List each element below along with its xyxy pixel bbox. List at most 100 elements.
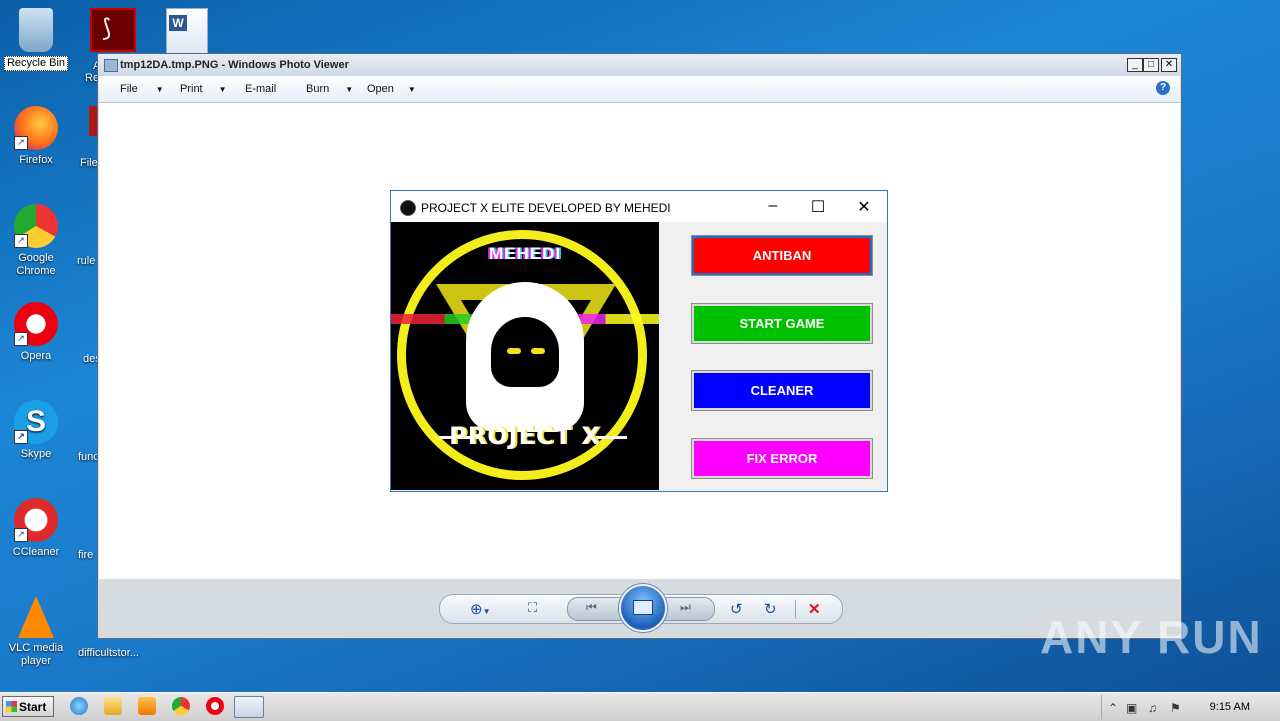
desktop-icon-vlc[interactable]: VLC media player bbox=[4, 596, 68, 668]
delete-icon[interactable]: ✕ bbox=[808, 600, 821, 618]
shortcut-arrow-icon: ↗ bbox=[14, 234, 28, 248]
desktop-icon-opera[interactable]: ↗ Opera bbox=[4, 302, 68, 363]
desktop-icon-label-partial: fire bbox=[78, 549, 94, 561]
desktop-icon-skype[interactable]: S ↗ Skype bbox=[4, 400, 68, 461]
chrome-taskbar-icon[interactable] bbox=[172, 697, 190, 715]
photo-viewer-app-icon bbox=[104, 59, 118, 72]
project-x-logo-image: MEHEDI PROJECT X bbox=[391, 222, 659, 490]
rotate-clockwise-icon[interactable]: ↻ bbox=[764, 600, 777, 618]
word-icon: W bbox=[169, 15, 187, 31]
left-eye bbox=[507, 348, 521, 354]
close-button[interactable]: ✕ bbox=[1161, 58, 1177, 72]
desktop-icon-label: CCleaner bbox=[12, 546, 60, 558]
maximize-icon[interactable]: ☐ bbox=[808, 197, 828, 217]
desktop-icon-recycle-bin[interactable]: Recycle Bin bbox=[4, 8, 68, 71]
chevron-down-icon: ▼ bbox=[345, 85, 354, 94]
minimize-icon[interactable]: – bbox=[763, 197, 783, 215]
previous-icon[interactable]: ⏮ bbox=[586, 600, 597, 615]
fix-error-button[interactable]: FIX ERROR bbox=[691, 438, 873, 479]
desktop-icon-label: Skype bbox=[20, 448, 52, 460]
desktop-icon-label: Opera bbox=[20, 350, 52, 362]
menu-label: Burn bbox=[306, 83, 330, 95]
right-eye bbox=[531, 348, 545, 354]
desktop-icon-label: Firefox bbox=[19, 154, 53, 166]
photo-viewer-titlebar[interactable]: tmp12DA.tmp.PNG - Windows Photo Viewer _… bbox=[98, 54, 1181, 76]
shortcut-arrow-icon: ↗ bbox=[14, 528, 28, 542]
project-x-title: PROJECT X ELITE DEVELOPED BY MEHEDI bbox=[421, 201, 671, 215]
menu-label: File bbox=[120, 83, 138, 95]
anyrun-watermark: ANY RUN bbox=[1040, 611, 1263, 663]
network-icon[interactable]: ▣ bbox=[1126, 701, 1137, 715]
clock[interactable]: 9:15 AM bbox=[1210, 701, 1250, 713]
desktop-icon-label: VLC media player bbox=[8, 642, 64, 667]
start-game-button[interactable]: START GAME bbox=[691, 303, 873, 344]
photo-viewer-controls: ⊕▼ ⛶ ↺ ↻ ✕ ⏮ ⏭ bbox=[99, 579, 1180, 637]
toolbar-divider bbox=[795, 600, 796, 618]
chevron-down-icon: ▼ bbox=[407, 85, 416, 94]
slideshow-icon bbox=[633, 600, 653, 615]
desktop-icon-label: Recycle Bin bbox=[4, 56, 68, 71]
shortcut-arrow-icon: ↗ bbox=[14, 136, 28, 150]
acrobat-icon: ⟆ bbox=[102, 15, 112, 42]
action-center-flag-icon[interactable]: ⚑ bbox=[1170, 701, 1181, 715]
start-label: Start bbox=[19, 700, 47, 714]
start-button[interactable]: Start bbox=[2, 696, 54, 717]
desktop-icon-label: Google Chrome bbox=[16, 252, 56, 277]
skype-icon: S ↗ bbox=[14, 400, 58, 444]
internet-explorer-icon[interactable] bbox=[70, 697, 88, 715]
menu-label: Open bbox=[367, 83, 394, 95]
firefox-icon: ↗ bbox=[14, 106, 58, 150]
help-icon[interactable]: ? bbox=[1156, 81, 1170, 95]
close-icon[interactable]: ✕ bbox=[854, 197, 874, 217]
menu-open[interactable]: Open ▼ bbox=[367, 83, 416, 95]
desktop-icon-google-chrome[interactable]: ↗ Google Chrome bbox=[4, 204, 68, 278]
vlc-cone-icon bbox=[18, 596, 54, 638]
desktop-icon-ccleaner[interactable]: ↗ CCleaner bbox=[4, 498, 68, 559]
photo-viewer-title: tmp12DA.tmp.PNG - Windows Photo Viewer bbox=[120, 59, 349, 71]
desktop-icon-firefox[interactable]: ↗ Firefox bbox=[4, 106, 68, 167]
show-hidden-icons-icon[interactable]: ⌃ bbox=[1108, 701, 1118, 715]
minimize-button[interactable]: _ bbox=[1127, 58, 1143, 72]
actual-size-icon[interactable]: ⛶ bbox=[528, 600, 537, 616]
project-x-app-icon bbox=[400, 200, 416, 216]
menu-print[interactable]: Print ▼ bbox=[180, 83, 227, 95]
chevron-down-icon: ▼ bbox=[155, 85, 164, 94]
chrome-icon: ↗ bbox=[14, 204, 58, 248]
windows-flag-icon bbox=[6, 701, 17, 712]
desktop-icon-label-partial: File bbox=[80, 157, 98, 169]
slideshow-button[interactable] bbox=[619, 584, 667, 632]
maximize-button[interactable]: □ bbox=[1143, 58, 1159, 72]
volume-icon[interactable]: ♫ bbox=[1148, 701, 1157, 715]
project-x-titlebar[interactable]: PROJECT X ELITE DEVELOPED BY MEHEDI – ☐ … bbox=[391, 191, 887, 222]
hood-face bbox=[491, 317, 559, 387]
menu-burn[interactable]: Burn ▼ bbox=[306, 83, 353, 95]
rotate-counterclockwise-icon[interactable]: ↺ bbox=[730, 600, 743, 618]
logo-top-text: MEHEDI bbox=[488, 244, 562, 263]
opera-taskbar-icon[interactable] bbox=[206, 697, 224, 715]
chevron-down-icon: ▼ bbox=[218, 85, 227, 94]
recycle-bin-icon bbox=[19, 8, 53, 52]
antiban-button[interactable]: ANTIBAN bbox=[691, 235, 873, 276]
logo-bottom-text: PROJECT X bbox=[449, 422, 601, 450]
desktop-icon-acrobat[interactable]: ⟆ bbox=[90, 8, 136, 52]
desktop-icon-word[interactable]: W bbox=[166, 8, 208, 54]
desktop-icon-label-partial: rule bbox=[77, 255, 96, 267]
photo-viewer-menubar: File ▼ Print ▼ E-mail Burn ▼ Open ▼ ? bbox=[99, 76, 1180, 103]
opera-icon: ↗ bbox=[14, 302, 58, 346]
ccleaner-icon: ↗ bbox=[14, 498, 58, 542]
system-tray: ⌃ ▣ ♫ ⚑ 9:15 AM bbox=[1101, 695, 1280, 719]
project-x-window: PROJECT X ELITE DEVELOPED BY MEHEDI – ☐ … bbox=[390, 190, 888, 492]
menu-label: Print bbox=[180, 83, 203, 95]
menu-file[interactable]: File ▼ bbox=[120, 83, 164, 95]
cleaner-button[interactable]: CLEANER bbox=[691, 370, 873, 411]
zoom-icon[interactable]: ⊕▼ bbox=[470, 600, 491, 618]
shortcut-arrow-icon: ↗ bbox=[14, 430, 28, 444]
shortcut-arrow-icon: ↗ bbox=[14, 332, 28, 346]
next-icon[interactable]: ⏭ bbox=[680, 600, 691, 615]
menu-email[interactable]: E-mail bbox=[245, 83, 276, 95]
file-explorer-icon[interactable] bbox=[104, 697, 122, 715]
photo-viewer-taskbar-icon[interactable] bbox=[234, 696, 264, 718]
desktop-file-icon[interactable] bbox=[89, 106, 97, 136]
media-player-icon[interactable] bbox=[138, 697, 156, 715]
taskbar: Start ⌃ ▣ ♫ ⚑ 9:15 AM bbox=[0, 692, 1280, 721]
